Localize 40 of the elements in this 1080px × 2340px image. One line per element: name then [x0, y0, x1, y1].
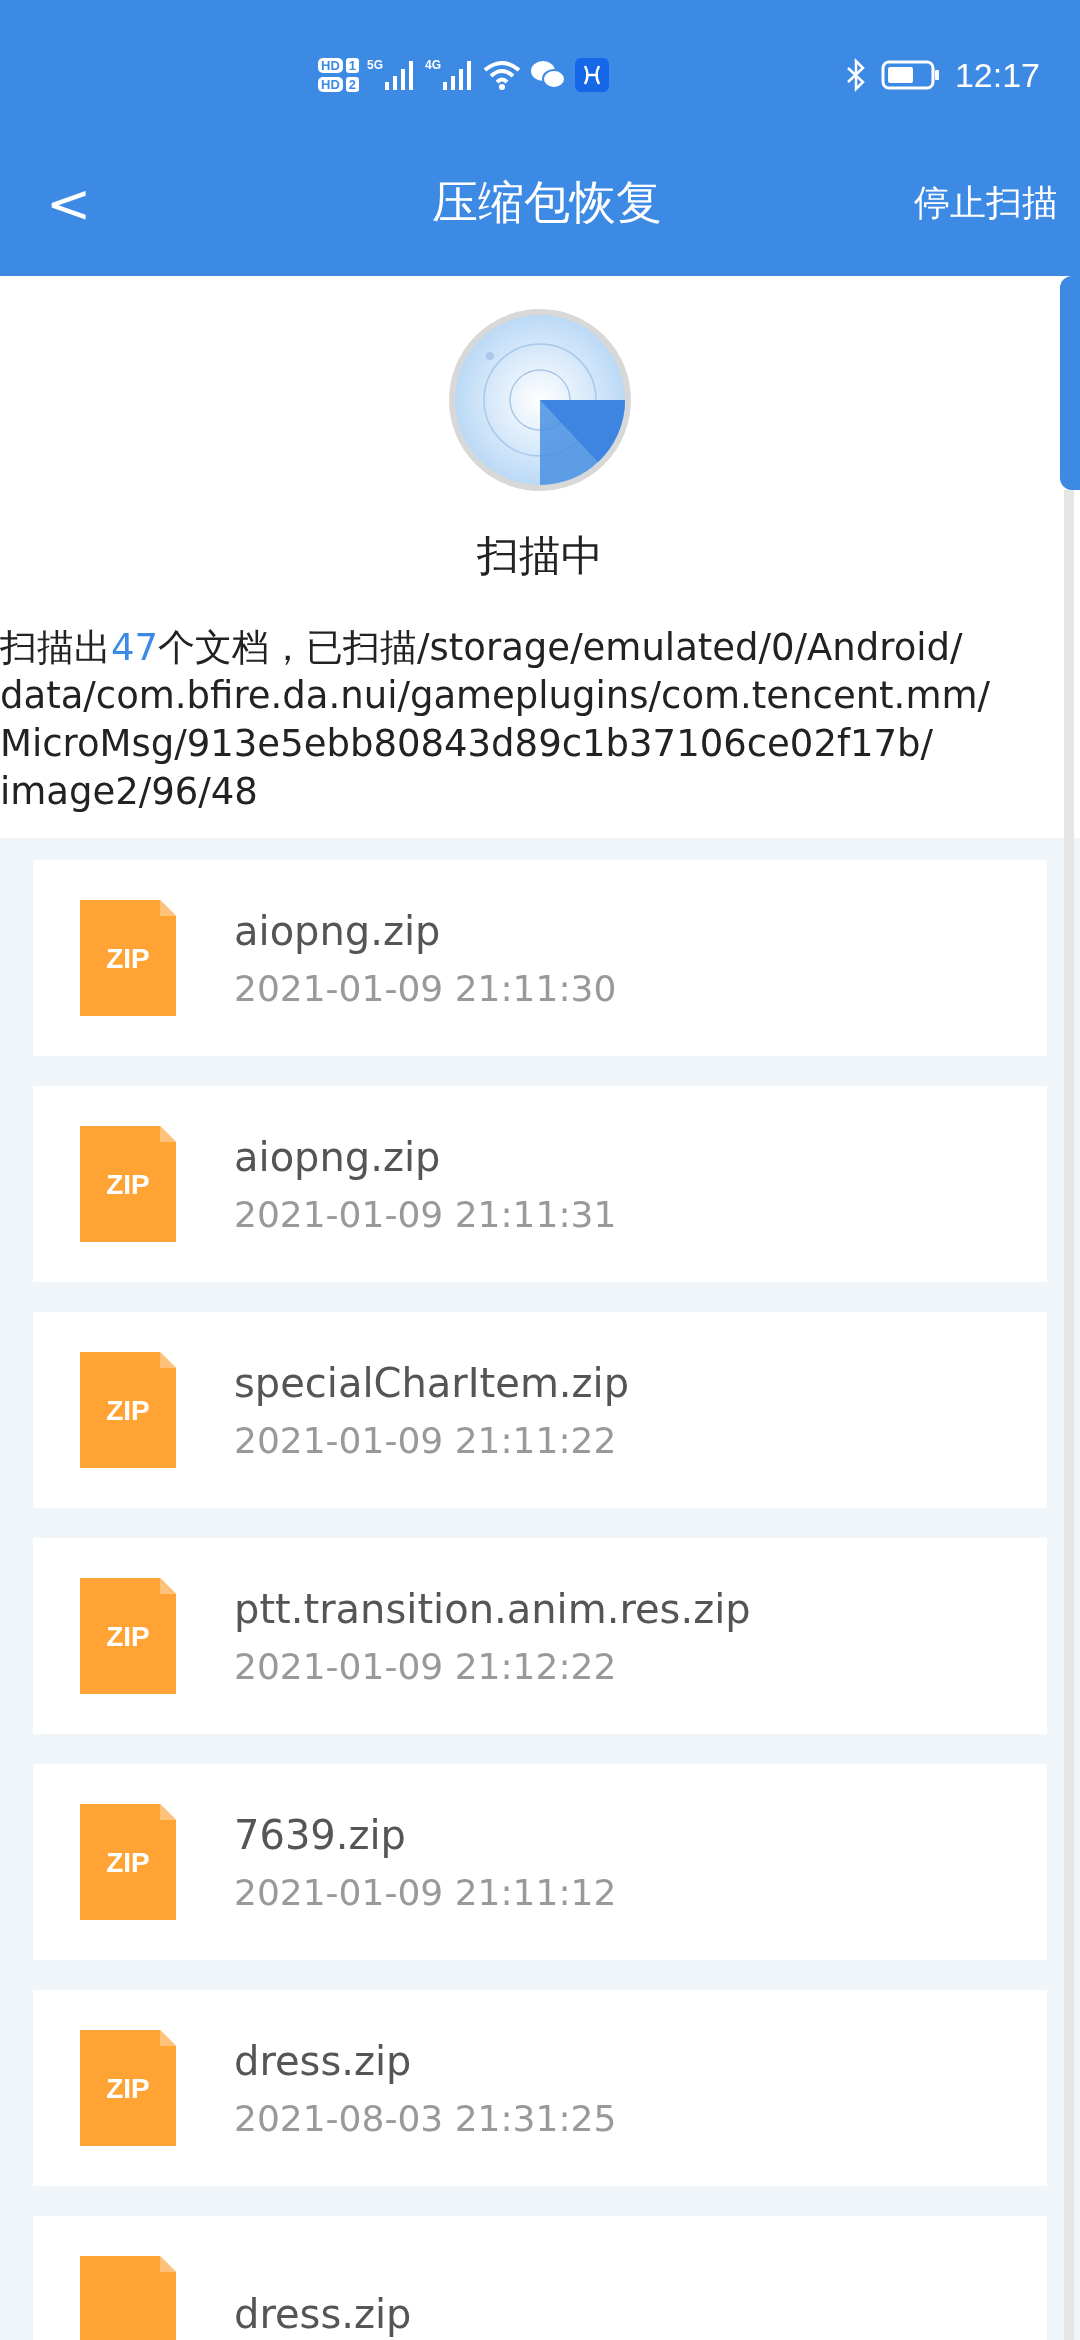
file-card[interactable]: dress.zip — [33, 2216, 1047, 2340]
file-card[interactable]: ZIP 7639.zip 2021-01-09 21:11:12 — [33, 1764, 1047, 1960]
file-name: dress.zip — [234, 2291, 412, 2337]
file-date: 2021-08-03 21:31:25 — [234, 2097, 617, 2139]
scrollbar-thumb[interactable] — [1060, 276, 1080, 490]
file-card[interactable]: ZIP aiopng.zip 2021-01-09 21:11:30 — [33, 860, 1047, 1056]
network-type: 4G — [425, 58, 442, 72]
file-card[interactable]: ZIP ptt.transition.anim.res.zip 2021-01-09 21:12:22 — [33, 1538, 1047, 1734]
file-date: 2021-01-09 21:11:31 — [234, 1193, 617, 1235]
zip-file-icon: ZIP — [80, 2030, 176, 2146]
file-name: ptt.transition.anim.res.zip — [234, 1585, 751, 1632]
stop-scan-button[interactable]: 停止扫描 — [914, 178, 1058, 228]
file-date: 2021-01-09 21:11:22 — [234, 1419, 618, 1461]
zip-file-icon: ZIP — [80, 1804, 176, 1920]
scan-progress-text: 扫描出47个文档，已扫描/storage/emulated/0/Android/data/com.bfire.da.nui/gameplugins/com.tencent.mm/MicroMsg/913e5ebb80843d89c1b37106ce02f17b/image2/96/48 — [0, 625, 991, 815]
battery-icon — [880, 59, 941, 91]
zip-file-icon: ZIP — [80, 900, 176, 1016]
app-icon — [575, 58, 610, 92]
clock-time: 12:17 — [954, 55, 1040, 95]
back-button[interactable]: < — [36, 171, 102, 235]
wifi-icon — [483, 59, 522, 91]
zip-file-icon: ZIP — [80, 1126, 176, 1242]
network-type: 5G — [367, 58, 384, 72]
page-title: 压缩包恢复 — [432, 174, 662, 231]
file-date: 2021-01-09 21:11:12 — [234, 1871, 617, 1913]
file-name: aiopng.zip — [234, 907, 442, 954]
zip-file-icon — [80, 2256, 176, 2340]
radar-icon — [448, 308, 632, 492]
file-name: dress.zip — [234, 2037, 413, 2084]
file-name: specialCharItem.zip — [234, 1359, 630, 1406]
file-date: 2021-01-09 21:11:30 — [234, 967, 617, 1009]
zip-file-icon: ZIP — [80, 1578, 176, 1694]
file-name: 7639.zip — [234, 1811, 407, 1858]
scan-status: 扫描中 — [477, 530, 603, 582]
file-card[interactable]: ZIP dress.zip 2021-08-03 21:31:25 — [33, 1990, 1047, 2186]
file-date: 2021-01-09 21:12:22 — [234, 1645, 618, 1687]
file-name: aiopng.zip — [234, 1133, 442, 1180]
file-card[interactable]: ZIP specialCharItem.zip 2021-01-09 21:11:22 — [33, 1312, 1047, 1508]
zip-file-icon: ZIP — [80, 1352, 176, 1468]
file-card[interactable]: ZIP aiopng.zip 2021-01-09 21:11:31 — [33, 1086, 1047, 1282]
